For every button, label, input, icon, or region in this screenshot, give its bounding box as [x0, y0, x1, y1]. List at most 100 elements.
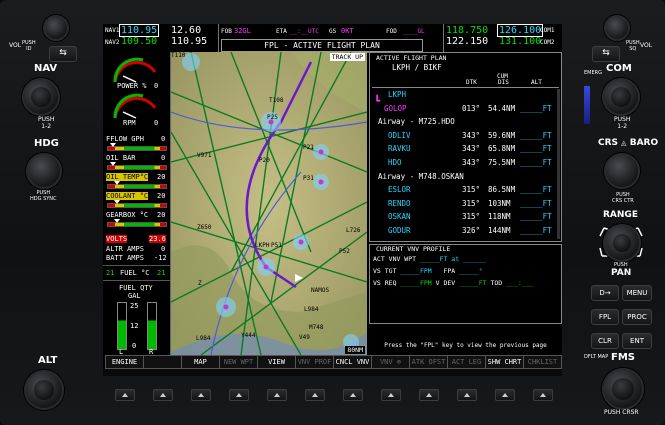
- hdg-knob-label: HDG: [34, 138, 59, 149]
- softkey-hard-button-11[interactable]: [495, 389, 515, 401]
- gs-value: 0KT: [341, 27, 354, 35]
- map-waypoint-label: P21: [303, 144, 314, 151]
- softkey-hard-button-12[interactable]: [533, 389, 553, 401]
- softkey-hard-button-10[interactable]: [457, 389, 477, 401]
- left-vol-knob[interactable]: [43, 15, 69, 41]
- softkey-hard-button-7[interactable]: [343, 389, 363, 401]
- display-light-sensor: [584, 86, 590, 124]
- nav2-standby-freq[interactable]: 110.95: [171, 36, 207, 47]
- moving-map[interactable]: TRACK UP T108 P25 P21 P31 T110 P20 V971 Z650 LKP…: [171, 52, 367, 355]
- alt-knob[interactable]: [24, 370, 64, 410]
- fpl-leg-row[interactable]: ESLOR 315° 86.5NM _____FT: [370, 185, 561, 196]
- softkey-4[interactable]: NEW WPT: [219, 355, 258, 369]
- altr-amps-label: ALTR AMPS: [106, 245, 144, 253]
- fms-knob[interactable]: [602, 368, 644, 410]
- fpl-distance-value: 59.6NM: [488, 130, 516, 140]
- com-swap-button[interactable]: ⇆: [592, 46, 620, 62]
- softkey-8[interactable]: VNV ⊕: [371, 355, 410, 369]
- softkey-hard-button-3[interactable]: [191, 389, 211, 401]
- eta-value: __:__UTC: [290, 28, 319, 35]
- fpl-leg-row[interactable]: ┗ GOLOP 013° 54.4NM _____FT: [370, 96, 561, 115]
- fuel-temp-label: FUEL °C: [120, 269, 150, 277]
- softkey-hard-button-9[interactable]: [419, 389, 439, 401]
- nav1-standby-freq[interactable]: 12.60: [171, 25, 201, 36]
- com2-standby-freq[interactable]: 122.150: [446, 36, 488, 47]
- map-waypoint-label: L984: [304, 306, 319, 313]
- softkey-hard-button-6[interactable]: [305, 389, 325, 401]
- crs-baro-knob[interactable]: [604, 153, 640, 189]
- fpl-waypoint-name: ODLIV: [388, 130, 411, 140]
- crs-push-label: PUSH CRS CTR: [612, 192, 634, 204]
- softkey-7[interactable]: CNCL VNV: [333, 355, 372, 369]
- fpl-button[interactable]: FPL: [591, 309, 619, 325]
- top-status-bar: NAV1 110.95 12.60 NAV2 109.50 110.95 FOB…: [103, 24, 562, 53]
- clr-button[interactable]: CLR: [591, 333, 619, 349]
- fpl-scrollbar[interactable]: [557, 89, 560, 239]
- vs-req-label: VS REQ: [373, 279, 397, 287]
- com2-active-freq[interactable]: 131.100: [499, 36, 541, 47]
- softkey-9[interactable]: ATK OFST: [409, 355, 448, 369]
- fpl-waypoint-name: GOLOP: [384, 103, 407, 113]
- softkey-12[interactable]: CHKLIST: [523, 355, 562, 369]
- fpl-leg-row[interactable]: GODUR 326° 144NM _____FT: [370, 226, 561, 237]
- softkey-hard-button-5[interactable]: [267, 389, 287, 401]
- right-vol-knob[interactable]: [604, 15, 630, 41]
- fpl-distance-value: 54.4NM: [488, 103, 516, 113]
- softkey-3[interactable]: MAP: [181, 355, 220, 369]
- fuel-qty-top-tick: 25: [130, 302, 139, 310]
- fpl-altitude-value: _____FT: [520, 130, 552, 140]
- fpl-leg-row[interactable]: ODLIV 343° 59.6NM _____FT: [370, 131, 561, 142]
- nav-knob[interactable]: [22, 78, 60, 116]
- fpl-waypoint-name: RAVKU: [388, 144, 411, 154]
- rpm-value: 0: [154, 119, 159, 127]
- emerg-label: EMERG: [584, 70, 602, 76]
- vs-tgt-value: _____FPM: [400, 267, 432, 275]
- softkey-hard-button-8[interactable]: [381, 389, 401, 401]
- com-knob[interactable]: [602, 78, 640, 116]
- nav-swap-button[interactable]: ⇆: [49, 46, 77, 62]
- fpl-dtk-value: 315°: [462, 212, 481, 222]
- alt-knob-label: ALT: [38, 355, 58, 366]
- fob-value: 32GL: [234, 27, 251, 35]
- fpl-waypoint-name: Airway - M748.OSKAN: [378, 171, 464, 181]
- softkey-hard-button-2[interactable]: [153, 389, 173, 401]
- softkey-10[interactable]: ACT LEG: [447, 355, 486, 369]
- hdg-knob[interactable]: [26, 153, 62, 189]
- fpl-leg-row[interactable]: LKPH: [370, 90, 561, 101]
- right-vol-push-label: PUSH SQ: [626, 40, 640, 52]
- softkey-hard-button-1[interactable]: [115, 389, 135, 401]
- nav2-active-freq[interactable]: 109.50: [121, 36, 157, 47]
- softkey-2[interactable]: [143, 355, 182, 369]
- softkey-11[interactable]: SHW CHRT: [485, 355, 524, 369]
- fpl-airway-row[interactable]: Airway - M725.HDO: [370, 117, 561, 128]
- fpl-leg-row[interactable]: RAVKU 343° 65.8NM _____FT: [370, 144, 561, 155]
- fpl-distance-value: 86.5NM: [488, 185, 516, 195]
- fpl-altitude-value: _____FT: [520, 185, 552, 195]
- fpl-leg-row[interactable]: OSKAN 315° 118NM _____FT: [370, 212, 561, 223]
- ent-button[interactable]: ENT: [622, 333, 652, 349]
- oil-temp-bar: [107, 181, 167, 189]
- com1-standby-freq[interactable]: 118.750: [446, 25, 488, 36]
- softkey-hard-button-4[interactable]: [229, 389, 249, 401]
- direct-to-button[interactable]: D→: [591, 285, 619, 301]
- vdev-value: _____FT: [459, 279, 487, 287]
- fpl-altitude-value: _____FT: [520, 198, 552, 208]
- fpl-leg-row[interactable]: RENDO 315° 103NM _____FT: [370, 199, 561, 210]
- com1-label: COM1: [540, 27, 555, 34]
- eta-label: ETA: [276, 28, 287, 35]
- proc-button[interactable]: PROC: [622, 309, 652, 325]
- coolant-label: COOLANT °C: [106, 192, 149, 200]
- menu-button[interactable]: MENU: [622, 285, 652, 301]
- fuel-qty-unit: GAL: [128, 292, 141, 300]
- softkey-6[interactable]: VNV PROF: [295, 355, 334, 369]
- fpl-airway-row[interactable]: Airway - M748.OSKAN: [370, 172, 561, 183]
- com-knob-label: COM: [606, 63, 632, 74]
- range-pan-knob[interactable]: [603, 224, 641, 262]
- dflt-map-label: DFLT MAP: [584, 354, 609, 360]
- power-gauge: [113, 57, 157, 119]
- fpl-leg-row[interactable]: HDO 343° 75.5NM _____FT: [370, 158, 561, 169]
- fuel-temp-right: 21: [157, 269, 166, 277]
- softkey-1[interactable]: ENGINE: [105, 355, 144, 369]
- oil-bar-value: 0: [161, 154, 166, 162]
- softkey-5[interactable]: VIEW: [257, 355, 296, 369]
